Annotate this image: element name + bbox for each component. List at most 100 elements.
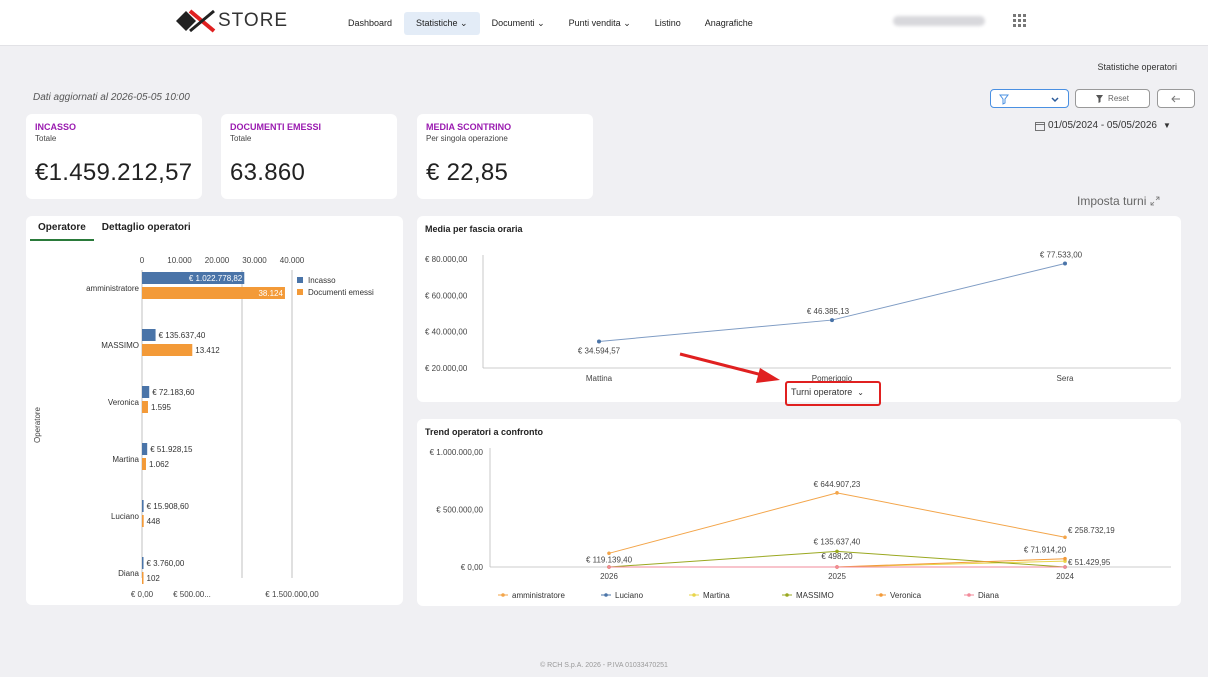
kpi-media-scontrino: MEDIA SCONTRINO Per singola operazione €… [417, 114, 593, 199]
user-menu[interactable] [893, 16, 985, 26]
undo-button[interactable] [1157, 89, 1195, 108]
legend-label: Documenti emessi [308, 288, 374, 297]
x-tick-top: 40.000 [280, 256, 305, 265]
logo-text: STORE [218, 10, 289, 31]
bar-incasso [142, 329, 156, 341]
annotation-arrow-icon [679, 352, 780, 383]
data-label: € 51.429,95 [1068, 558, 1111, 567]
reset-button[interactable]: Reset [1075, 89, 1150, 108]
date-range-text: 01/05/2024 - 05/05/2026 [1048, 120, 1157, 131]
data-label: € 71.914,20 [1024, 546, 1067, 555]
legend-swatch [297, 289, 303, 295]
imposta-turni-link[interactable]: Imposta turni [1077, 194, 1160, 208]
data-point [1063, 565, 1067, 569]
x-tick: 2026 [600, 572, 618, 581]
nav-anagrafiche[interactable]: Anagrafiche [693, 12, 765, 35]
bar-documenti-label: 13.412 [195, 346, 220, 355]
kpi-title: DOCUMENTI EMESSI [230, 122, 322, 132]
legend-swatch-dot [967, 593, 971, 597]
kpi-incasso: INCASSO Totale €1.459.212,57 [26, 114, 202, 199]
bar-documenti-label: 448 [147, 517, 161, 526]
logo-mark-icon [176, 9, 216, 33]
main-nav: Dashboard Statistiche ⌄ Documenti ⌄ Punt… [336, 12, 765, 35]
y-tick: € 500.000,00 [436, 506, 483, 515]
data-point [1063, 261, 1067, 266]
data-label: € 34.594,57 [578, 346, 621, 355]
hourly-chart-title: Media per fascia oraria [425, 224, 523, 234]
bar-documenti-label: 102 [147, 574, 161, 583]
legend-label: Luciano [615, 591, 644, 600]
bar-incasso-label: € 51.928,15 [150, 445, 193, 454]
data-label: € 258.732,19 [1068, 526, 1115, 535]
legend-label: Martina [703, 591, 730, 600]
y-tick: € 20.000,00 [425, 364, 468, 373]
kpi-title: MEDIA SCONTRINO [426, 122, 512, 132]
shift-select[interactable]: Turni operatore ⌄ [791, 387, 864, 397]
kpi-value: € 22,85 [426, 159, 509, 186]
data-point [835, 565, 839, 569]
bar-incasso-label: € 72.183,60 [152, 388, 195, 397]
bar-incasso-label: € 15.908,60 [147, 502, 190, 511]
nav-punti-vendita[interactable]: Punti vendita ⌄ [557, 12, 643, 35]
operators-bar-chart: 0 10.000 20.000 30.000 40.000 Operatore ammini… [33, 256, 374, 599]
imposta-turni-label: Imposta turni [1077, 194, 1147, 208]
nav-dashboard[interactable]: Dashboard [336, 12, 404, 35]
kpi-documenti: DOCUMENTI EMESSI Totale 63.860 [221, 114, 397, 199]
series-line [598, 262, 1066, 342]
kpi-value: 63.860 [230, 159, 306, 186]
tab-operatore[interactable]: Operatore [30, 222, 94, 241]
footer: © RCH S.p.A. 2026 - P.IVA 01033470251 [540, 662, 668, 669]
legend-swatch-dot [501, 593, 505, 597]
nav-statistiche[interactable]: Statistiche ⌄ [404, 12, 480, 35]
filter-select[interactable] [990, 89, 1069, 108]
chevron-down-icon: ⌄ [857, 387, 864, 397]
data-point [597, 339, 601, 344]
x-tick-bottom: € 500.00... [173, 590, 211, 599]
data-label: € 46.385,13 [807, 307, 850, 316]
x-tick: Sera [1057, 374, 1074, 383]
bar-incasso [142, 557, 144, 569]
nav-documenti[interactable]: Documenti ⌄ [480, 12, 557, 35]
tab-dettaglio-operatori[interactable]: Dettaglio operatori [94, 222, 199, 241]
kpi-subtitle: Totale [35, 134, 57, 143]
legend-label: Veronica [890, 591, 922, 600]
legend-label: Diana [978, 591, 999, 600]
x-tick-top: 30.000 [242, 256, 267, 265]
kpi-subtitle: Totale [230, 134, 252, 143]
y-axis-title: Operatore [33, 406, 42, 443]
bar-incasso-label: € 135.637,40 [159, 331, 206, 340]
nav-listino[interactable]: Listino [643, 12, 693, 35]
caret-down-icon: ▼ [1162, 121, 1171, 130]
shift-select-label: Turni operatore [791, 387, 853, 397]
data-point [1063, 535, 1067, 540]
x-tick: Mattina [586, 374, 613, 383]
page-subtitle: Statistiche operatori [1097, 62, 1177, 72]
grid-icon[interactable] [1013, 14, 1027, 28]
y-tick: € 0,00 [461, 563, 484, 572]
data-label: € 135.637,40 [814, 537, 861, 546]
bar-documenti [142, 515, 144, 527]
calendar-icon [1035, 121, 1045, 131]
x-tick: 2025 [828, 572, 846, 581]
date-range-picker[interactable]: 01/05/2024 - 05/05/2026 ▼ [1035, 120, 1171, 131]
top-navbar: STORE Dashboard Statistiche ⌄ Documenti … [0, 0, 1208, 46]
data-point [607, 565, 611, 569]
x-tick-top: 10.000 [167, 256, 192, 265]
legend-swatch-dot [604, 593, 608, 597]
bar-incasso-label: € 3.760,00 [147, 559, 185, 568]
reset-label: Reset [1108, 94, 1129, 103]
undo-icon [1171, 95, 1180, 102]
x-tick-top: 0 [140, 256, 145, 265]
bar-documenti-label: 38.124 [258, 289, 283, 298]
bar-documenti-label: 1.595 [151, 403, 172, 412]
legend-swatch [297, 277, 303, 283]
trend-line-chart: € 1.000.000,00 € 500.000,00 € 0,00 2026 2025… [430, 448, 1171, 600]
logo[interactable]: STORE [176, 9, 288, 33]
bar-incasso [142, 500, 144, 512]
bar-documenti [142, 344, 193, 356]
bar-documenti [142, 401, 148, 413]
bar-incasso [142, 443, 148, 455]
filter-clear-icon [1096, 94, 1104, 103]
category-label: Martina [112, 455, 139, 464]
trend-chart-title: Trend operatori a confronto [425, 427, 544, 437]
